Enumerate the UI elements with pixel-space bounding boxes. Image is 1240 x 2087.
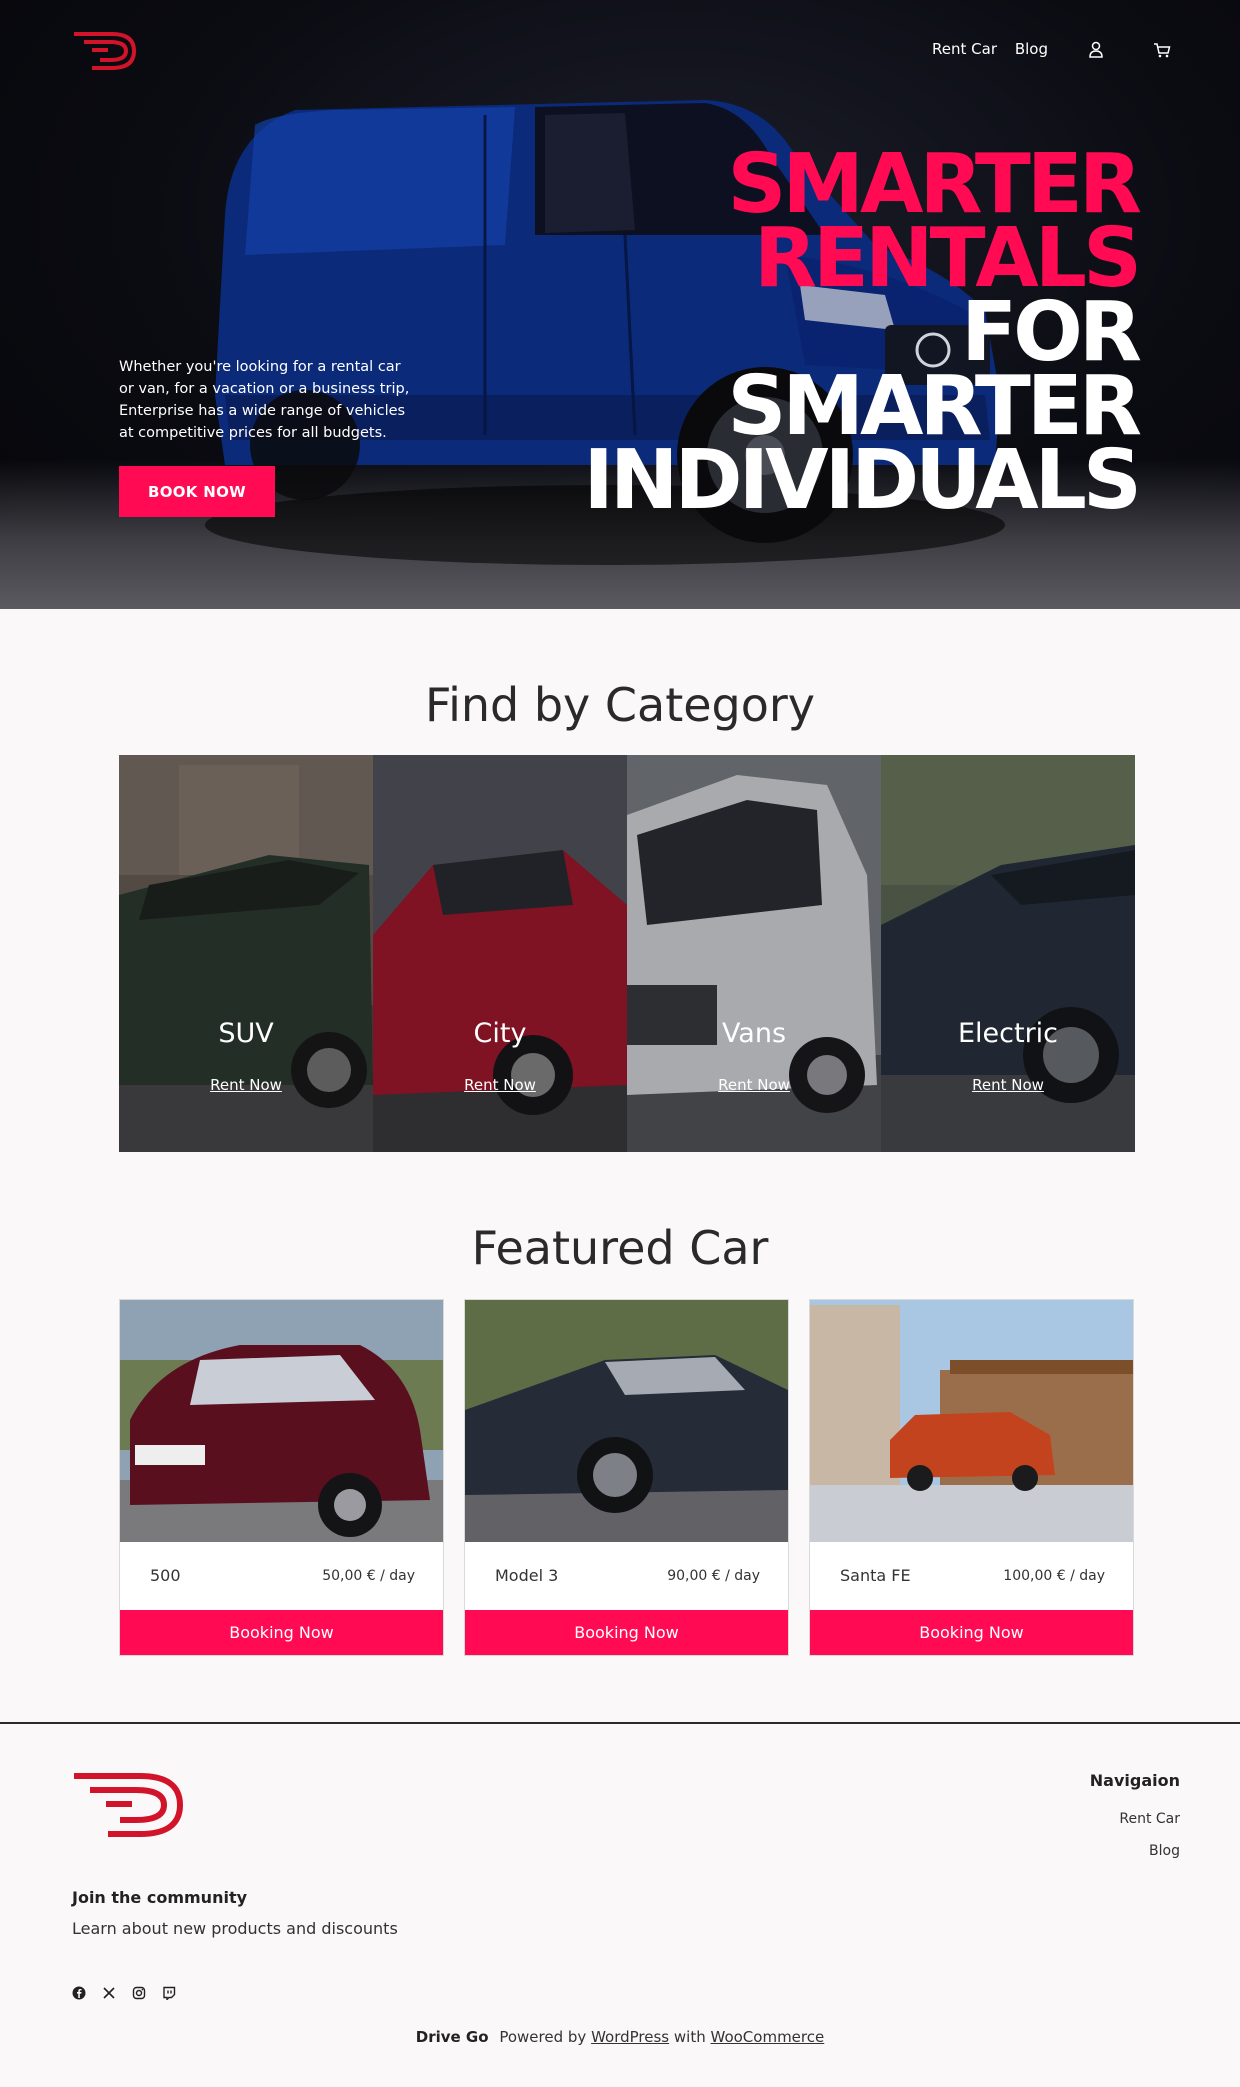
booking-now-button-500[interactable]: Booking Now <box>120 1610 443 1655</box>
car-photo-santa-fe <box>810 1300 1133 1542</box>
car-name: Santa FE <box>840 1566 911 1585</box>
car-price: 100,00 € / day <box>1003 1568 1105 1584</box>
footer-powered-by: Powered by <box>499 2028 587 2046</box>
footer-brand: Drive Go <box>415 2028 489 2046</box>
footer-nav-rent-car[interactable]: Rent Car <box>1119 1811 1180 1827</box>
user-icon[interactable] <box>1086 40 1106 60</box>
car-name: 500 <box>150 1566 181 1585</box>
woocommerce-link[interactable]: WooCommerce <box>711 2028 825 2046</box>
instagram-icon[interactable] <box>132 1986 146 2000</box>
featured-card-500: 500 50,00 € / day Booking Now <box>119 1299 444 1656</box>
x-icon[interactable] <box>102 1986 116 2000</box>
wordpress-link[interactable]: WordPress <box>591 2028 669 2046</box>
car-price: 50,00 € / day <box>322 1568 415 1584</box>
footer-nav-blog[interactable]: Blog <box>1149 1843 1180 1859</box>
rent-now-link-city[interactable]: Rent Now <box>373 1076 627 1094</box>
category-card-electric[interactable]: Electric Rent Now <box>881 755 1135 1152</box>
category-name: SUV <box>218 1018 274 1049</box>
booking-now-button-santa-fe[interactable]: Booking Now <box>810 1610 1133 1655</box>
facebook-icon[interactable] <box>72 1986 86 2000</box>
category-grid: SUV Rent Now City Rent Now Vans Rent Now <box>119 755 1135 1152</box>
hero-description: Whether you're looking for a rental car … <box>119 359 410 441</box>
footer-divider <box>0 1722 1240 1724</box>
footer-with: with <box>673 2028 706 2046</box>
car-photo-500 <box>120 1300 443 1542</box>
category-name: City <box>473 1018 527 1049</box>
rent-now-link-electric[interactable]: Rent Now <box>881 1076 1135 1094</box>
nav-blog[interactable]: Blog <box>1015 40 1048 58</box>
footer-community-title: Join the community <box>72 1888 248 1907</box>
car-name: Model 3 <box>495 1566 559 1585</box>
category-card-city[interactable]: City Rent Now <box>373 755 627 1152</box>
rent-now-link-suv[interactable]: Rent Now <box>119 1076 373 1094</box>
category-card-vans[interactable]: Vans Rent Now <box>627 755 881 1152</box>
footer-community-text: Learn about new products and discounts <box>72 1919 398 1938</box>
footer-credit: Drive Go Powered by WordPress with WooCo… <box>0 2028 1240 2046</box>
hero-title: SMARTER RENTALS FOR SMARTER INDIVIDUALS <box>583 144 1142 528</box>
car-price: 90,00 € / day <box>667 1568 760 1584</box>
footer-logo[interactable] <box>72 1768 186 1842</box>
category-card-suv[interactable]: SUV Rent Now <box>119 755 373 1152</box>
twitch-icon[interactable] <box>162 1986 176 2000</box>
cart-icon[interactable] <box>1152 40 1172 60</box>
nav-rent-car[interactable]: Rent Car <box>932 40 997 58</box>
book-now-button[interactable]: BOOK NOW <box>119 466 275 517</box>
category-name: Electric <box>957 1018 1059 1049</box>
featured-grid: 500 50,00 € / day Booking Now Model 3 90… <box>119 1299 1135 1656</box>
featured-card-santa-fe: Santa FE 100,00 € / day Booking Now <box>809 1299 1134 1656</box>
booking-now-button-model-3[interactable]: Booking Now <box>465 1610 788 1655</box>
footer-social-links <box>72 1986 176 2000</box>
featured-card-model-3: Model 3 90,00 € / day Booking Now <box>464 1299 789 1656</box>
category-section-title: Find by Category <box>424 678 816 732</box>
footer-nav-title: Navigaion <box>1089 1771 1180 1790</box>
category-name: Vans <box>721 1018 787 1049</box>
featured-section-title: Featured Car <box>471 1221 769 1275</box>
rent-now-link-vans[interactable]: Rent Now <box>627 1076 881 1094</box>
hero-title-line: INDIVIDUALS <box>583 433 1142 528</box>
car-photo-model-3 <box>465 1300 788 1542</box>
drive-go-logo[interactable] <box>72 28 138 74</box>
hero-section: Rent Car Blog SMARTER RENTALS FOR SMARTE… <box>0 0 1240 609</box>
